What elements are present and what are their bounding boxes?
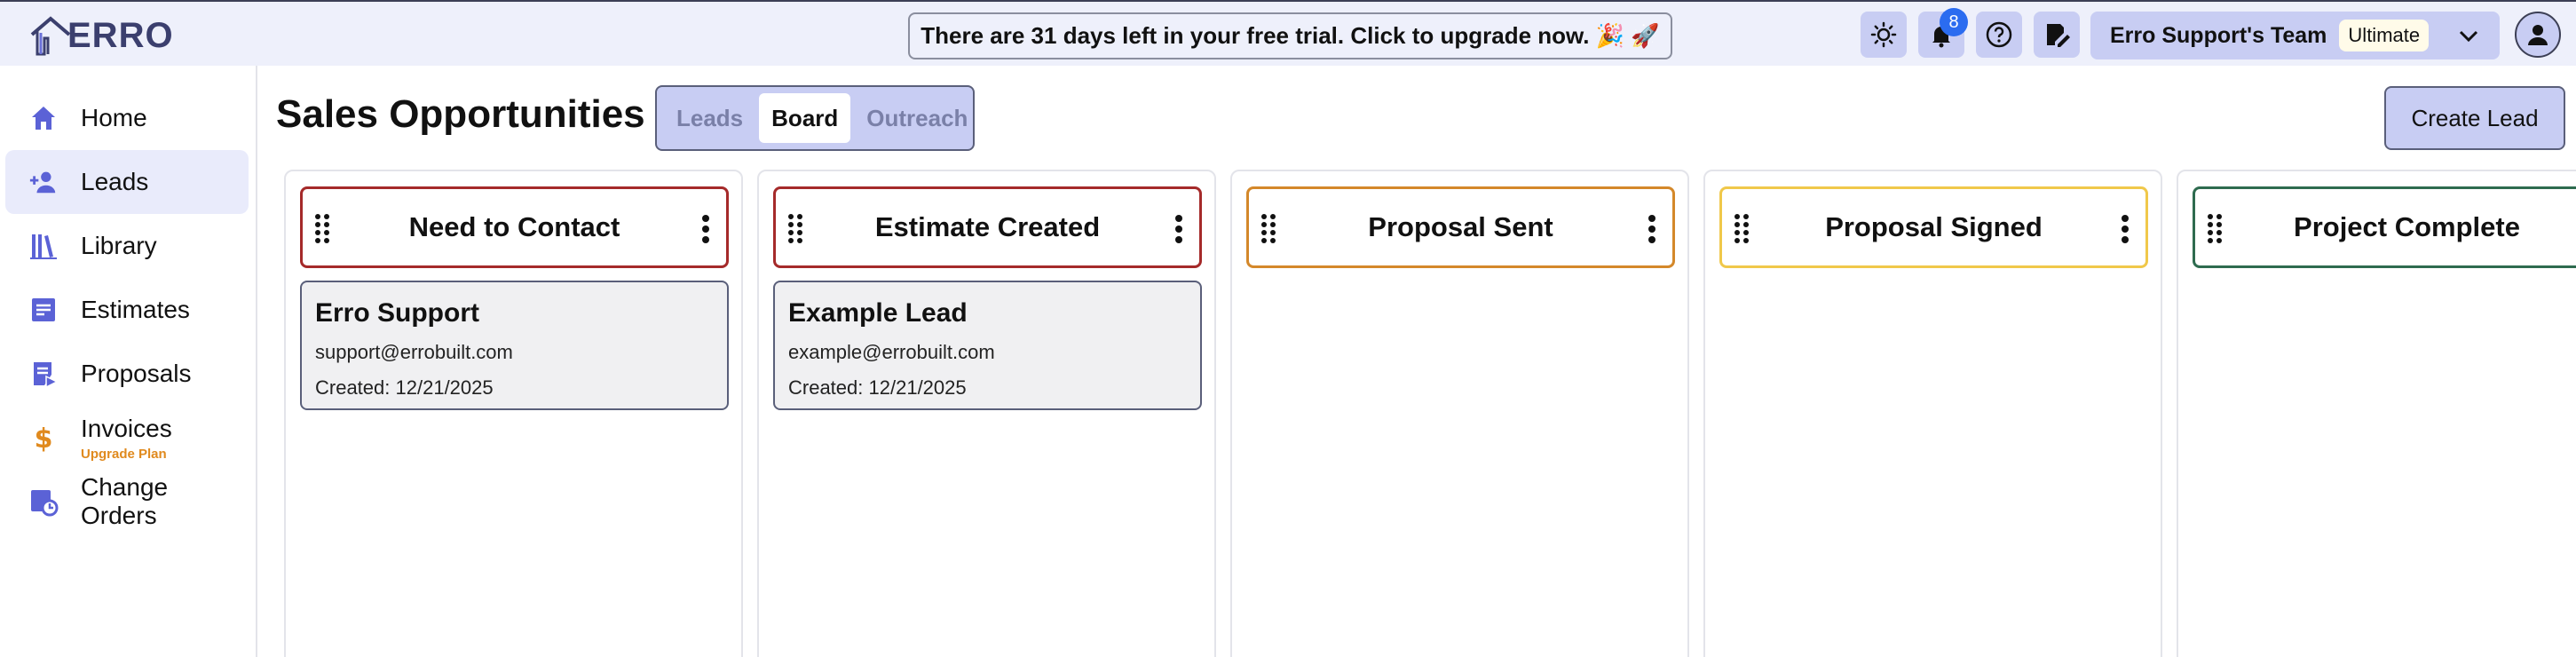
chevron-down-icon [2459, 30, 2478, 43]
drag-handle-icon[interactable] [2206, 212, 2224, 244]
tab-board[interactable]: Board [759, 93, 851, 143]
user-avatar-button[interactable] [2515, 12, 2561, 58]
sidebar-item-label: Proposals [81, 360, 192, 387]
lead-email: example@errobuilt.com [788, 341, 995, 363]
drag-handle-icon[interactable] [1260, 212, 1277, 244]
house-logo-icon [30, 16, 71, 56]
trial-banner[interactable]: There are 31 days left in your free tria… [908, 12, 1672, 59]
sidebar-item-library[interactable]: Library [5, 214, 249, 278]
board-column-proposal-sent: Proposal Sent [1230, 170, 1689, 657]
created-value: 12/21/2025 [868, 376, 967, 399]
column-header[interactable]: Need to Contact [300, 186, 729, 268]
home-icon [28, 103, 59, 133]
column-title: Estimate Created [874, 211, 1101, 242]
change-order-icon [28, 487, 59, 517]
sidebar-item-label: Library [81, 232, 157, 259]
more-options-icon[interactable] [1648, 214, 1656, 244]
lead-name: Erro Support [315, 298, 479, 328]
library-icon [28, 231, 59, 261]
board-column-project-complete: Project Complete [2177, 170, 2576, 657]
notification-count-badge: 8 [1940, 8, 1968, 36]
team-name: Erro Support's Team [2110, 22, 2327, 48]
column-title: Need to Contact [408, 211, 620, 242]
page-title: Sales Opportunities [276, 92, 645, 136]
column-header[interactable]: Proposal Sent [1246, 186, 1675, 268]
lead-card[interactable]: Example Lead example@errobuilt.com Creat… [773, 281, 1202, 410]
sun-icon [1870, 21, 1897, 48]
column-header[interactable]: Proposal Signed [1719, 186, 2148, 268]
column-header[interactable]: Estimate Created [773, 186, 1202, 268]
sidebar-item-label: Leads [81, 168, 149, 195]
sidebar-item-leads[interactable]: Leads [5, 150, 249, 214]
sidebar-item-label: Change Orders [81, 473, 169, 529]
create-lead-button[interactable]: Create Lead [2384, 86, 2565, 150]
tab-leads[interactable]: Leads [664, 93, 755, 143]
sidebar: Home Leads Library Estimates Proposals $… [0, 66, 257, 657]
sidebar-item-label: Estimates [81, 296, 190, 323]
lead-email: support@errobuilt.com [315, 341, 513, 363]
created-value: 12/21/2025 [395, 376, 494, 399]
tab-outreach[interactable]: Outreach [854, 93, 980, 143]
theme-toggle-button[interactable] [1861, 12, 1907, 58]
more-options-icon[interactable] [701, 214, 710, 244]
drag-handle-icon[interactable] [313, 212, 331, 244]
lead-created-date: Created: 12/21/2025 [788, 376, 1187, 400]
plan-badge: Ultimate [2339, 20, 2430, 51]
lead-name: Example Lead [788, 298, 968, 328]
column-title: Project Complete [2294, 211, 2520, 242]
board-column-need-to-contact: Need to Contact Erro Support support@err… [284, 170, 743, 657]
drag-handle-icon[interactable] [786, 212, 804, 244]
drag-handle-icon[interactable] [1733, 212, 1750, 244]
svg-text:$: $ [35, 423, 53, 453]
dollar-icon: $ [28, 423, 59, 453]
help-button[interactable] [1976, 12, 2022, 58]
notifications-button[interactable]: 8 [1918, 8, 1968, 58]
lead-card[interactable]: Erro Support support@errobuilt.com Creat… [300, 281, 729, 410]
feedback-button[interactable] [2034, 12, 2080, 58]
sidebar-item-invoices-text: Invoices Upgrade Plan [81, 415, 172, 462]
upgrade-plan-link[interactable]: Upgrade Plan [81, 447, 172, 462]
brand-logo[interactable]: ERRO [28, 12, 174, 59]
brand-name: ERRO [67, 15, 174, 55]
sidebar-item-label: Invoices [81, 414, 172, 442]
column-header[interactable]: Project Complete [2193, 186, 2576, 268]
edit-note-icon [2047, 24, 2070, 47]
board-overflow: Project Complete [2175, 170, 2576, 657]
estimate-icon [28, 295, 59, 325]
top-bar: ERRO There are 31 days left in your free… [0, 0, 2576, 66]
board-column-proposal-signed: Proposal Signed [1703, 170, 2162, 657]
sidebar-item-estimates[interactable]: Estimates [5, 278, 249, 342]
proposal-icon [28, 359, 59, 389]
column-title: Proposal Signed [1825, 211, 2043, 242]
sidebar-item-label: Home [81, 104, 147, 131]
column-title: Proposal Sent [1368, 211, 1553, 242]
created-label: Created: [788, 376, 864, 399]
user-icon [2528, 25, 2548, 45]
sidebar-item-home[interactable]: Home [5, 86, 249, 150]
sidebar-item-invoices[interactable]: $ Invoices Upgrade Plan [5, 406, 249, 470]
board-column-estimate-created: Estimate Created Example Lead example@er… [757, 170, 1216, 657]
view-tabs: Leads Board Outreach [655, 85, 975, 151]
sidebar-item-proposals[interactable]: Proposals [5, 342, 249, 406]
created-label: Created: [315, 376, 391, 399]
lead-created-date: Created: 12/21/2025 [315, 376, 714, 400]
sidebar-item-change-orders[interactable]: Change Orders [5, 470, 249, 534]
help-icon [1986, 21, 2012, 48]
team-switcher[interactable]: Erro Support's Team Ultimate [2090, 12, 2500, 59]
add-person-icon [28, 167, 59, 197]
more-options-icon[interactable] [1174, 214, 1183, 244]
more-options-icon[interactable] [2121, 214, 2130, 244]
